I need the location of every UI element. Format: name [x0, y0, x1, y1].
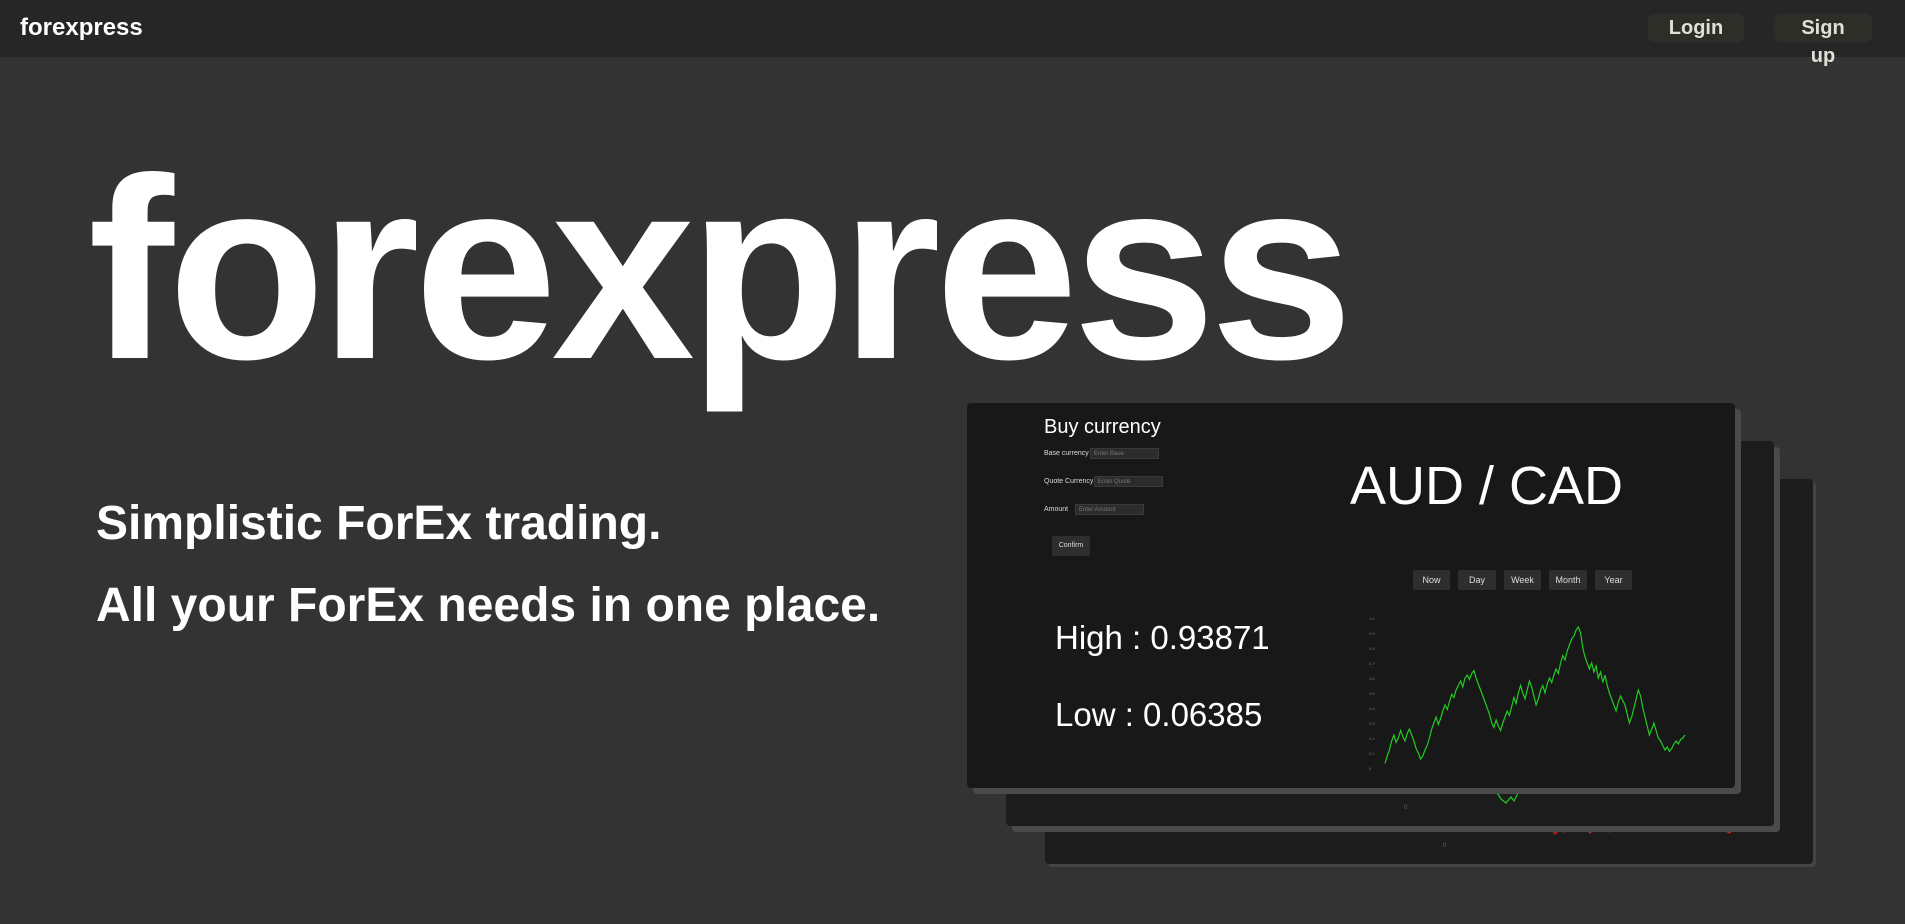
hero-title: forexpress: [88, 124, 1353, 413]
y-tick-label: 1.0: [1369, 616, 1375, 621]
range-button-now[interactable]: Now: [1413, 570, 1450, 590]
low-value: Low : 0.06385: [1055, 696, 1263, 733]
price-line-chart: 0 0.1 0.2 0.3 0.4 0.5 0.6 0.7 0.8 0.9 1.0: [1369, 616, 1686, 771]
range-button-month[interactable]: Month: [1549, 570, 1587, 590]
preview-card: Buy currency Base currency Enter Base Qu…: [967, 403, 1735, 788]
range-button-year[interactable]: Year: [1595, 570, 1632, 590]
series-line-0: [1384, 625, 1686, 764]
svg-text:0: 0: [1443, 843, 1447, 849]
y-tick-label: 0.7: [1369, 661, 1375, 666]
confirm-button[interactable]: Confirm: [1052, 536, 1090, 556]
y-tick-label: 0.6: [1369, 676, 1375, 681]
y-tick-label: 0.3: [1369, 721, 1375, 726]
hero-tagline-2: All your ForEx needs in one place.: [96, 579, 881, 632]
y-tick-label: 0.9: [1369, 631, 1375, 636]
hero-tagline-1: Simplistic ForEx trading.: [96, 497, 662, 550]
signup-button[interactable]: Sign up: [1774, 14, 1872, 67]
currency-pair-title: AUD / CAD: [1350, 456, 1624, 516]
quote-currency-input[interactable]: Enter Quote: [1094, 476, 1163, 487]
login-button[interactable]: Login: [1648, 14, 1744, 42]
base-currency-input[interactable]: Enter Base: [1090, 448, 1159, 459]
nav-brand-logo[interactable]: forexpress: [20, 14, 143, 42]
y-tick-label: 0.8: [1369, 646, 1375, 651]
quote-currency-label: Quote Currency: [1044, 478, 1094, 485]
y-tick-label: 0.4: [1369, 706, 1375, 711]
high-value: High : 0.93871: [1055, 619, 1270, 656]
y-tick-label: 0.2: [1369, 736, 1375, 741]
base-currency-label: Base currency: [1044, 450, 1089, 457]
amount-label: Amount: [1044, 506, 1069, 513]
amount-input[interactable]: Enter Amount: [1075, 504, 1144, 515]
svg-text:0: 0: [1404, 805, 1408, 811]
y-tick-label: 0.1: [1369, 751, 1375, 756]
range-button-day[interactable]: Day: [1458, 570, 1496, 590]
buy-currency-title: Buy currency: [1044, 416, 1161, 438]
y-tick-label: 0.5: [1369, 691, 1375, 696]
navbar: forexpress Login Sign up: [0, 0, 1905, 67]
range-button-week[interactable]: Week: [1504, 570, 1541, 590]
y-tick-label: 0: [1369, 766, 1372, 771]
